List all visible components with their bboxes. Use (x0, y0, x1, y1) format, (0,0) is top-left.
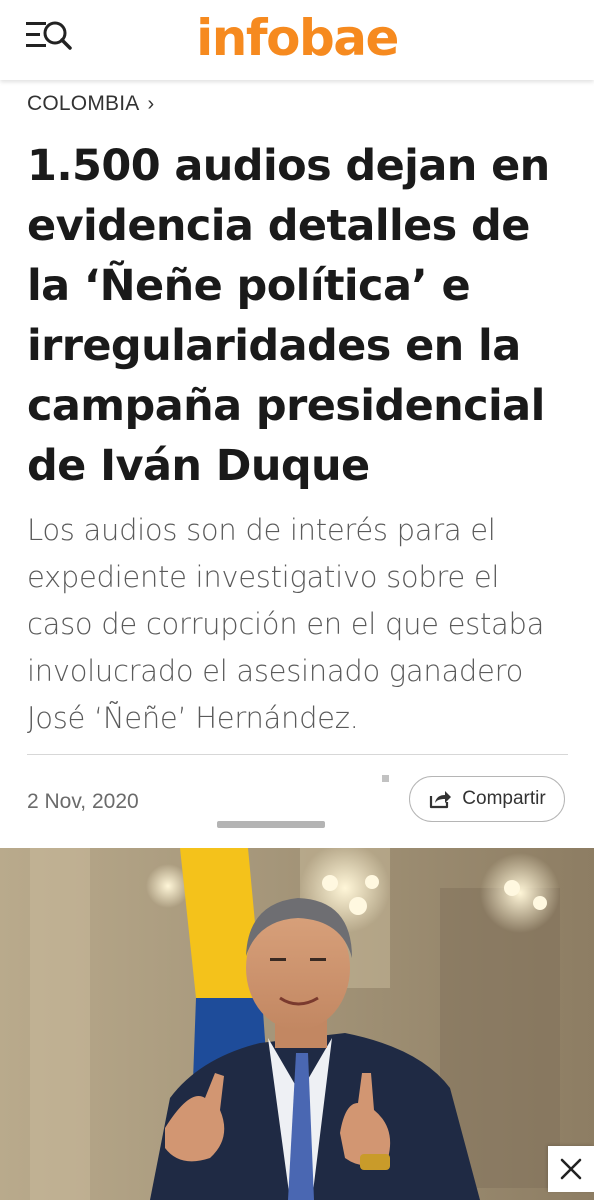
share-label: Compartir (462, 788, 546, 809)
top-bar: infobae (0, 0, 594, 80)
article-headline: 1.500 audios dejan en evidencia detalles… (27, 141, 550, 491)
scroll-indicator (217, 821, 325, 828)
close-icon (560, 1158, 582, 1180)
chevron-right-icon: › (147, 92, 155, 115)
indicator-dot (382, 775, 389, 782)
divider (27, 754, 568, 755)
infobae-logo[interactable]: infobae (0, 6, 594, 70)
share-arrow-icon (430, 791, 452, 809)
section-label: COLOMBIA (27, 92, 140, 115)
article-subtitle: Los audios son de interés para el expedi… (27, 513, 545, 735)
section-breadcrumb[interactable]: COLOMBIA › (27, 92, 154, 116)
close-ad-button[interactable] (548, 1146, 594, 1192)
article-photo[interactable] (0, 848, 594, 1200)
publish-date: 2 Nov, 2020 (27, 790, 139, 813)
share-button[interactable]: Compartir (409, 776, 565, 822)
